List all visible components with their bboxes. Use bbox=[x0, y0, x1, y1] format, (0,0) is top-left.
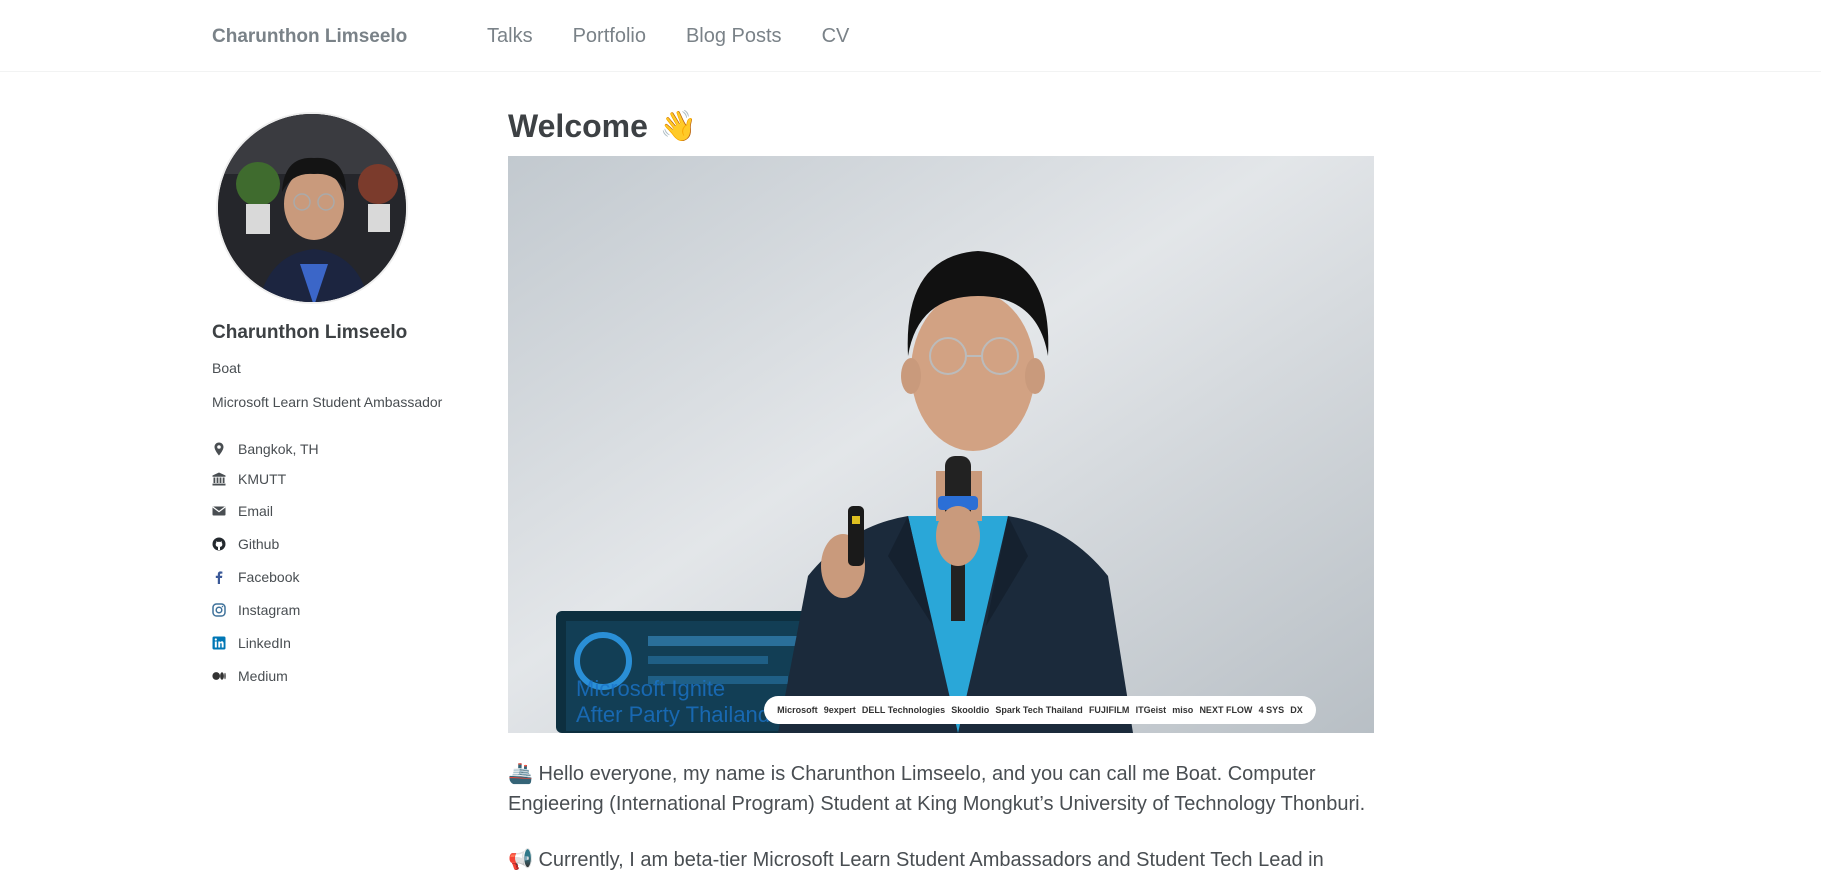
linkedin-icon bbox=[212, 636, 226, 650]
event-title-overlay: Microsoft Ignite After Party Thailand bbox=[576, 676, 770, 728]
author-name: Charunthon Limseelo bbox=[212, 322, 408, 343]
hero-photo: Microsoft Ignite After Party Thailand Mi… bbox=[508, 156, 1374, 733]
event-title-line2: After Party Thailand bbox=[576, 702, 771, 727]
sponsor-logo: 9expert bbox=[823, 705, 856, 715]
medium-link[interactable]: Medium bbox=[238, 668, 288, 684]
intro-paragraph: 🚢 Hello everyone, my name is Charunthon … bbox=[508, 759, 1374, 819]
sponsor-logo: miso bbox=[1172, 705, 1194, 715]
site-title-link[interactable]: Charunthon Limseelo bbox=[212, 26, 407, 48]
sponsor-logo: Skooldio bbox=[951, 705, 990, 715]
sponsor-logo: DELL Technologies bbox=[861, 705, 946, 715]
author-link-location: Bangkok, TH bbox=[212, 434, 492, 464]
author-nickname: Boat bbox=[212, 360, 241, 376]
nav-link-talks[interactable]: Talks bbox=[487, 25, 533, 48]
envelope-icon bbox=[212, 504, 226, 518]
author-link-linkedin[interactable]: LinkedIn bbox=[212, 626, 492, 659]
sponsor-logo: 4 SYS bbox=[1258, 705, 1285, 715]
linkedin-link[interactable]: LinkedIn bbox=[238, 635, 291, 651]
instagram-link[interactable]: Instagram bbox=[238, 602, 300, 618]
github-link[interactable]: Github bbox=[238, 536, 279, 552]
facebook-link[interactable]: Facebook bbox=[238, 569, 299, 585]
megaphone-icon: 📢 bbox=[508, 849, 533, 871]
author-bio: Microsoft Learn Student Ambassador bbox=[212, 394, 443, 410]
location-label: Bangkok, TH bbox=[238, 441, 319, 457]
ship-icon: 🚢 bbox=[508, 763, 533, 785]
location-icon bbox=[212, 442, 226, 456]
top-navigation-bar: Charunthon Limseelo Talks Portfolio Blog… bbox=[0, 0, 1821, 72]
intro-paragraph-text: Currently, I am beta-tier Microsoft Lear… bbox=[538, 849, 1324, 871]
nav-link-cv[interactable]: CV bbox=[822, 25, 850, 48]
sponsor-logo: DX bbox=[1290, 705, 1303, 715]
sponsor-banner: Microsoft 9expert DELL Technologies Skoo… bbox=[764, 696, 1316, 724]
author-link-email[interactable]: Email bbox=[212, 494, 492, 527]
author-sidebar: Charunthon Limseelo Boat Microsoft Learn… bbox=[212, 112, 492, 692]
institution-label: KMUTT bbox=[238, 471, 287, 487]
page-title: Welcome 👋 bbox=[508, 104, 1374, 148]
intro-paragraph: 📢 Currently, I am beta-tier Microsoft Le… bbox=[508, 845, 1374, 873]
author-link-facebook[interactable]: Facebook bbox=[212, 560, 492, 593]
event-title-line1: Microsoft Ignite bbox=[576, 676, 726, 701]
sponsor-logo: FUJIFILM bbox=[1088, 705, 1130, 715]
instagram-icon bbox=[212, 602, 226, 617]
page-title-text: Welcome bbox=[508, 107, 648, 144]
main-content: Welcome 👋 Microsoft Ignite After Party T… bbox=[508, 104, 1374, 873]
intro-text: 🚢 Hello everyone, my name is Charunthon … bbox=[508, 759, 1374, 873]
author-link-institution: KMUTT bbox=[212, 464, 492, 494]
nav-link-portfolio[interactable]: Portfolio bbox=[573, 25, 646, 48]
sponsor-logo: NEXT FLOW bbox=[1199, 705, 1253, 715]
intro-paragraph-text: Hello everyone, my name is Charunthon Li… bbox=[508, 763, 1366, 815]
sponsor-logo: Microsoft bbox=[777, 705, 818, 715]
author-link-medium[interactable]: Medium bbox=[212, 659, 492, 692]
waving-hand-icon: 👋 bbox=[659, 109, 698, 143]
main-nav: Talks Portfolio Blog Posts CV bbox=[487, 25, 849, 48]
email-link[interactable]: Email bbox=[238, 503, 273, 519]
sponsor-logo: ITGeist bbox=[1135, 705, 1167, 715]
author-avatar bbox=[216, 112, 408, 304]
institution-icon bbox=[212, 472, 226, 486]
facebook-icon bbox=[212, 570, 226, 584]
github-icon bbox=[212, 537, 226, 551]
medium-icon bbox=[212, 669, 226, 683]
author-link-instagram[interactable]: Instagram bbox=[212, 593, 492, 626]
author-link-github[interactable]: Github bbox=[212, 527, 492, 560]
nav-link-blog-posts[interactable]: Blog Posts bbox=[686, 25, 782, 48]
author-links-list: Bangkok, TH KMUTT Email Github Facebook bbox=[212, 434, 492, 692]
sponsor-logo: Spark Tech Thailand bbox=[995, 705, 1083, 715]
